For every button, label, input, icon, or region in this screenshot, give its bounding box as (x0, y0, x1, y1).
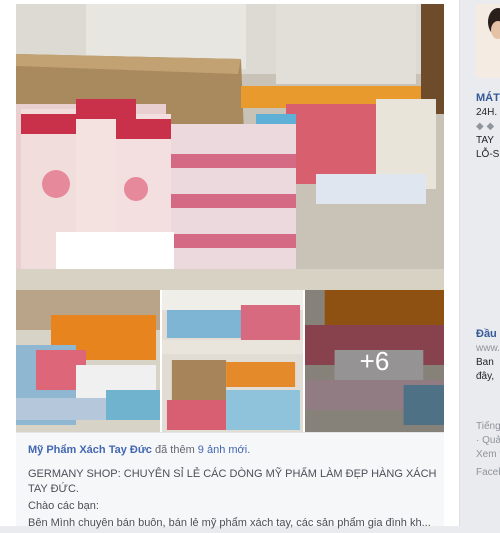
thumbnail-1[interactable] (16, 290, 160, 432)
sidebar-footer-link[interactable]: · Quả (476, 434, 500, 447)
sidebar-footer-link[interactable]: Faceb (476, 466, 500, 479)
sidebar-ad2-line: Ban (476, 357, 494, 368)
sidebar-ad-title[interactable]: MÁT (476, 92, 500, 105)
feed-post: +6 Mỹ Phẩm Xách Tay Đức đã thêm 9 ảnh mớ… (0, 0, 460, 529)
post-body: GERMANY SHOP: CHUYÊN SỈ LẺ CÁC DÒNG MỸ P… (28, 467, 438, 533)
photo-thumbnails: +6 (16, 290, 444, 432)
post-caption: Mỹ Phẩm Xách Tay Đức đã thêm 9 ảnh mới. … (16, 432, 444, 529)
post-body-line: GERMANY SHOP: CHUYÊN SỈ LẺ CÁC DÒNG MỸ P… (28, 468, 437, 495)
sidebar-footer-link[interactable]: Xem t (476, 448, 500, 461)
sidebar-ad2-line: www. (476, 343, 500, 354)
post-header: Mỹ Phẩm Xách Tay Đức đã thêm 9 ảnh mới. (28, 444, 250, 456)
main-photo[interactable] (16, 4, 444, 290)
page-name-link[interactable]: Mỹ Phẩm Xách Tay Đức (28, 444, 152, 456)
post-body-line: Bên Mình chuyên bán buôn, bán lẻ mỹ phẩm… (28, 517, 431, 529)
post-body-line: Chào các bạn: (28, 500, 99, 512)
added-text: đã thêm (154, 444, 195, 456)
sidebar-ad-image[interactable] (476, 4, 500, 78)
sidebar-ad2-title[interactable]: Đầu (476, 328, 497, 341)
sidebar-ad-line: ◆ ◆ (476, 121, 495, 132)
more-photos-overlay[interactable]: +6 (305, 290, 444, 432)
sidebar-ad-line: 24H. (476, 107, 498, 118)
sidebar-ad-image-svg (476, 4, 500, 78)
sidebar-ad-line: TAY (476, 135, 494, 146)
thumbnail-1-image (16, 290, 160, 432)
sidebar-ad2-line: đây, (476, 371, 495, 382)
thumbnail-2-image (162, 290, 303, 432)
thumbnail-2[interactable] (160, 290, 303, 432)
right-sidebar: MÁT 24H. ◆ ◆ TAY LỖ-S Đầu www. Ban đây, … (460, 0, 500, 526)
photo-count-link[interactable]: 9 ảnh mới. (198, 444, 250, 456)
main-photo-image (16, 4, 444, 290)
thumbnail-3[interactable]: +6 (303, 290, 444, 432)
sidebar-ad-line: LỖ-S (476, 149, 500, 160)
sidebar-footer-link[interactable]: Tiếng (476, 420, 500, 433)
